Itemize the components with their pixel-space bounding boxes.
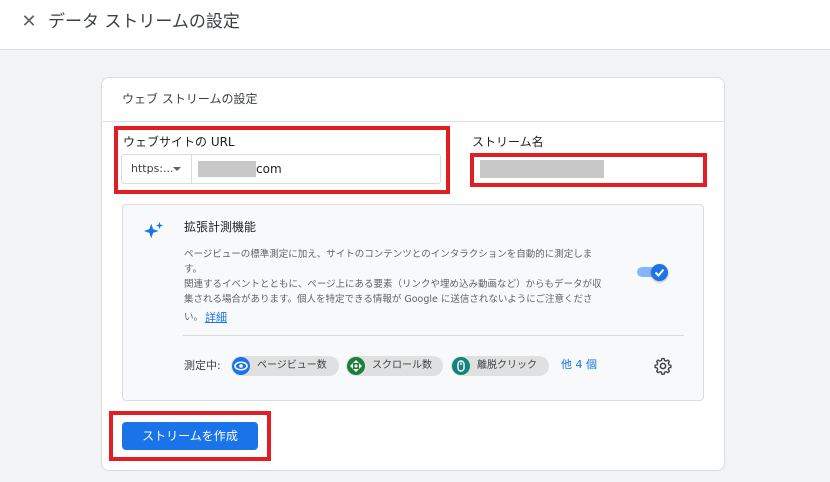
create-stream-button[interactable]: ストリームを作成 (122, 422, 258, 450)
chip-scrolls: スクロール数 (346, 356, 443, 376)
chip-label: スクロール数 (372, 360, 432, 371)
divider (183, 335, 684, 336)
measuring-label: 測定中: (184, 359, 221, 372)
top-bar: ✕ データ ストリームの設定 (0, 0, 830, 50)
url-field-label: ウェブサイトの URL (123, 135, 235, 149)
mouse-icon (452, 357, 470, 375)
check-icon (654, 268, 665, 277)
description-line: い。 (184, 312, 204, 323)
url-field: https:... com (121, 154, 441, 184)
gear-icon[interactable] (654, 357, 672, 375)
chip-page-views: ページビュー数 (231, 356, 339, 376)
enhanced-measurement-title: 拡張計測機能 (184, 220, 257, 234)
description-line: す。 (184, 264, 203, 275)
others-link[interactable]: 他 4 個 (561, 357, 597, 373)
stream-name-input[interactable] (476, 160, 704, 178)
chip-label: 離脱クリック (477, 360, 537, 371)
chip-outbound-clicks: 離脱クリック (451, 356, 549, 376)
learn-more-link[interactable]: 詳細 (205, 310, 227, 325)
eye-icon (232, 357, 250, 375)
description-line: 集される場合があります。個人を特定できる情報が Google に送信されないよう… (184, 294, 593, 305)
description-line: 関連するイベントとともに、ページ上にある要素（リンクや埋め込み動画など）からもデ… (184, 279, 602, 290)
card-header: ウェブ ストリームの設定 (102, 78, 724, 122)
card-title: ウェブ ストリームの設定 (122, 92, 258, 106)
chip-label: ページビュー数 (257, 360, 327, 371)
sparkle-icon (143, 221, 164, 239)
enhanced-measurement-toggle[interactable] (637, 264, 669, 281)
page-title: データ ストリームの設定 (48, 12, 240, 32)
url-input[interactable]: com (193, 155, 440, 183)
protocol-value: https:... (131, 162, 174, 175)
redacted-text (198, 161, 256, 177)
protocol-dropdown[interactable]: https:... (122, 155, 192, 183)
redacted-text (480, 160, 604, 178)
chevron-down-icon (173, 167, 181, 171)
crosshair-icon (347, 357, 365, 375)
description-line: ページビューの標準測定に加え、サイトのコンテンツとのインタラクションを自動的に測… (184, 249, 593, 260)
url-value-suffix: com (256, 162, 282, 176)
close-icon[interactable]: ✕ (20, 11, 38, 33)
stream-name-label: ストリーム名 (472, 135, 544, 149)
toggle-knob (651, 264, 668, 281)
